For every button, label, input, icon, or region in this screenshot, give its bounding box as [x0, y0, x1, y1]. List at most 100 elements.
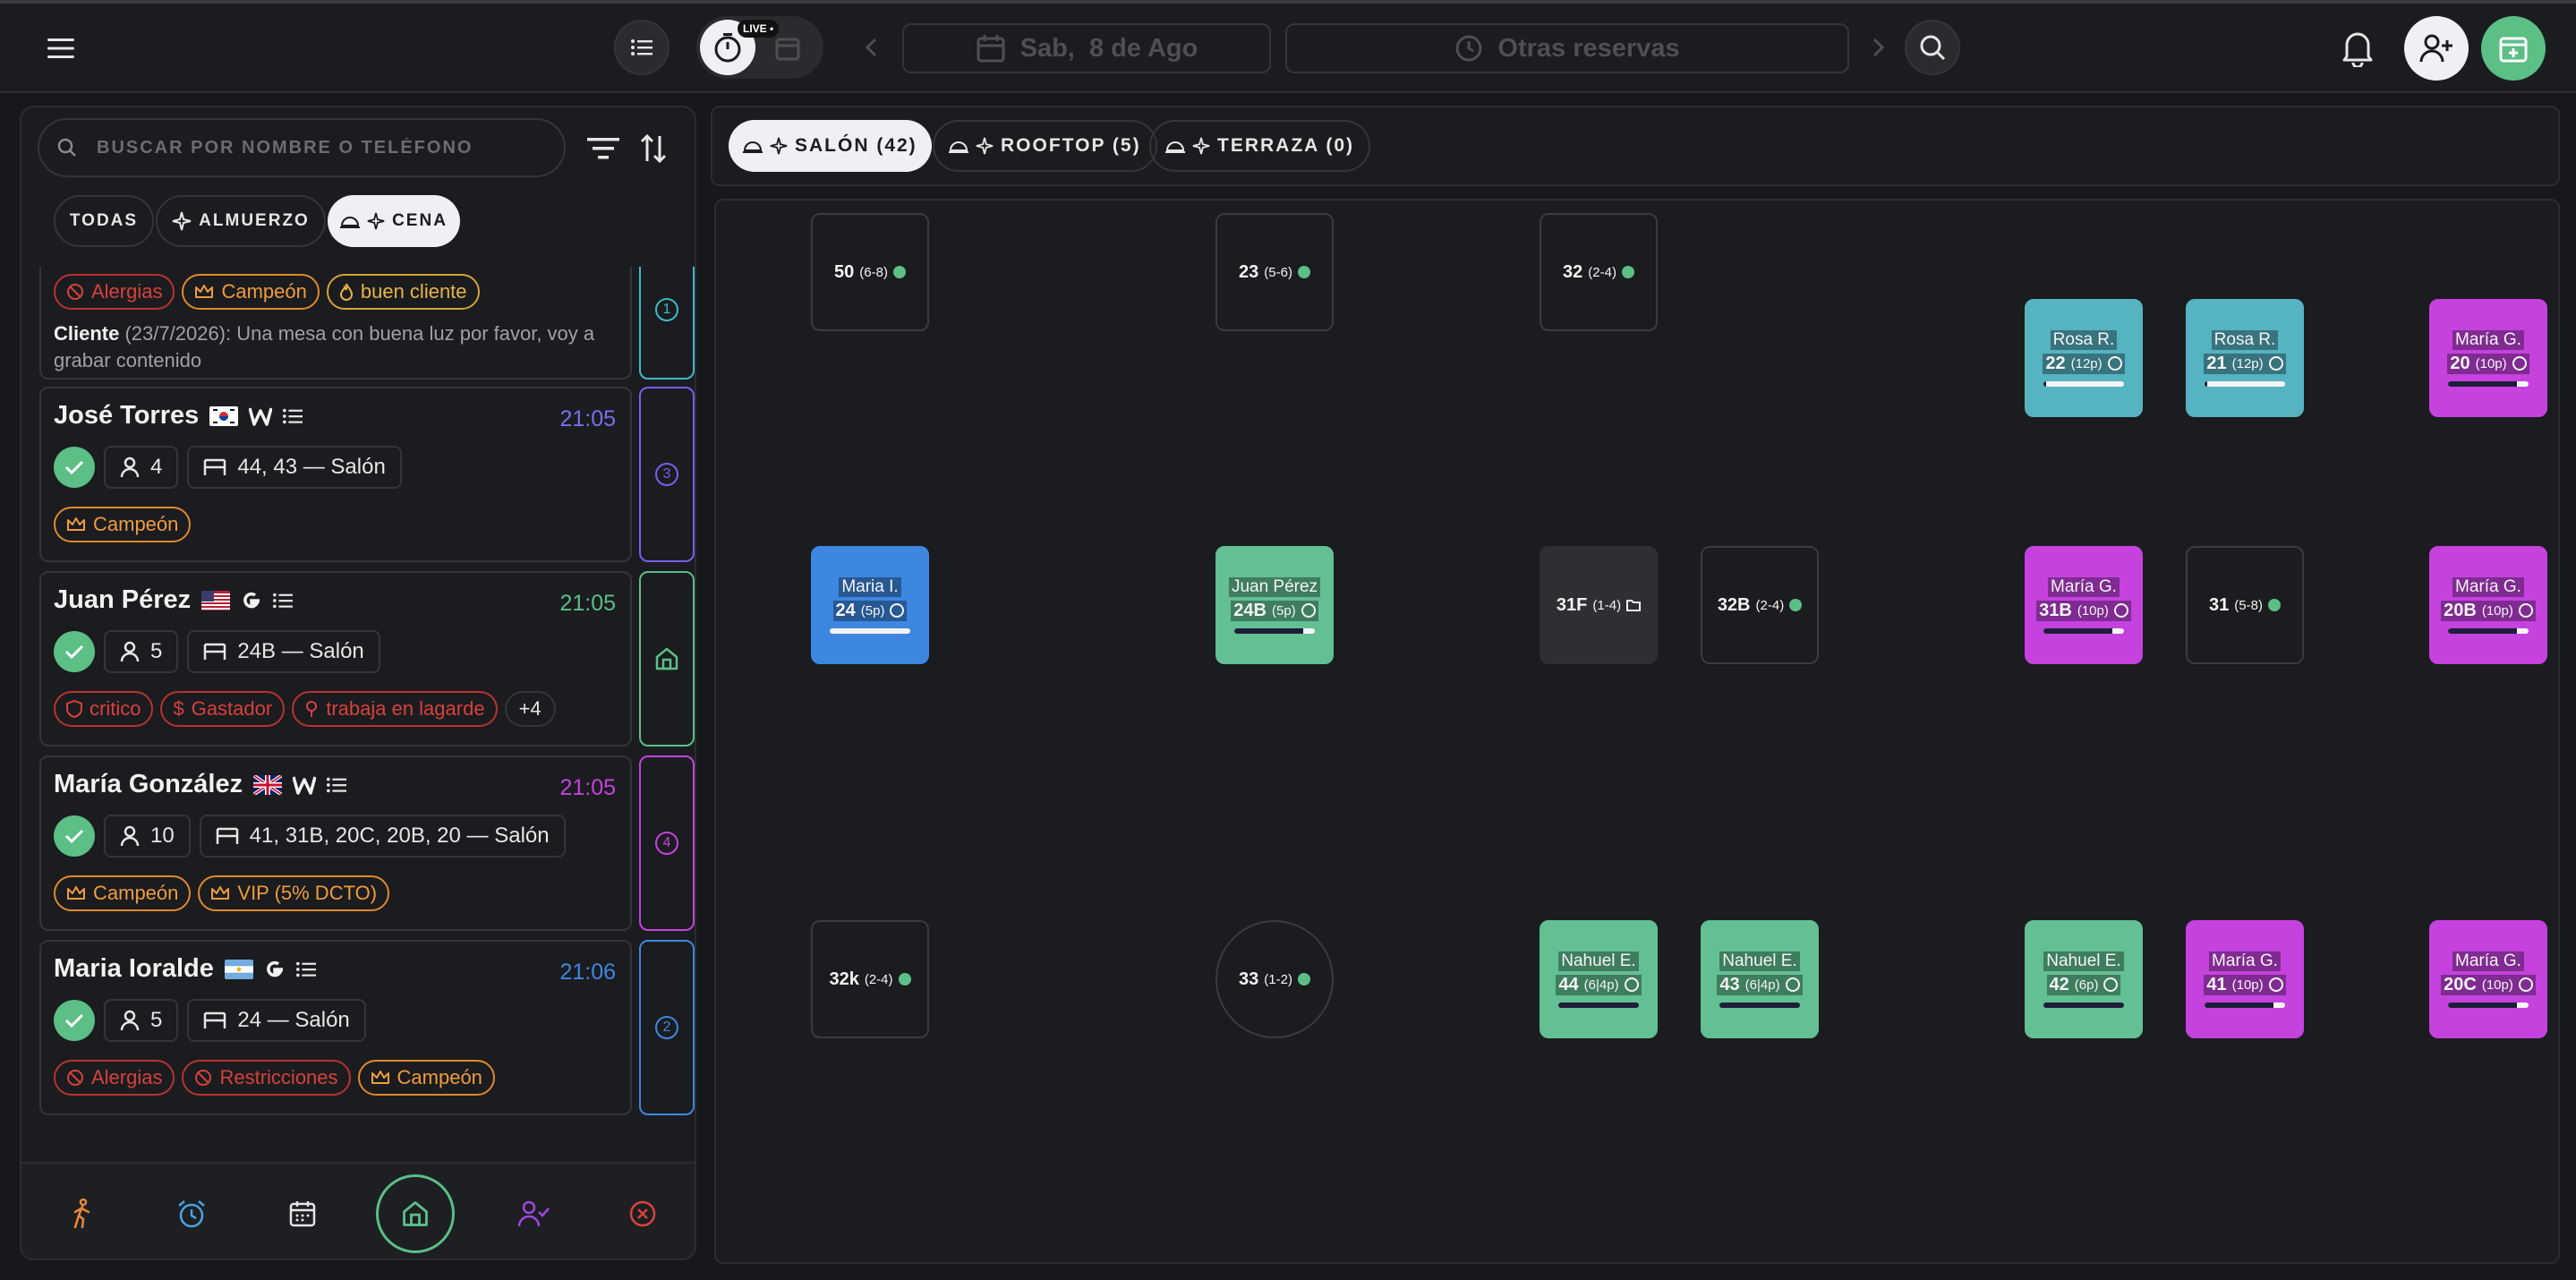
sort-button[interactable]: [634, 129, 673, 168]
status-icon: [2107, 356, 2122, 371]
crown-icon: [67, 886, 85, 900]
progress-bar: [2043, 627, 2124, 634]
list-view-button[interactable]: [614, 20, 670, 75]
home-icon: [403, 1201, 428, 1226]
confirmed-check-icon[interactable]: [54, 631, 95, 672]
status-icon: [2518, 603, 2533, 618]
sparkle-icon: [1192, 137, 1210, 155]
next-day-button[interactable]: [1865, 32, 1892, 63]
table-23[interactable]: 23 (5-6): [1215, 213, 1334, 331]
search-button[interactable]: [1905, 20, 1960, 75]
table-22[interactable]: Rosa R. 22 (12p): [2025, 299, 2143, 417]
filter-dinner-chip[interactable]: CENA: [328, 195, 460, 247]
table-32k[interactable]: 32k (2-4): [811, 920, 929, 1038]
reservation-card[interactable]: José Torres 21:05 4 44, 43 — Salón Campe…: [39, 387, 632, 562]
table-42[interactable]: Nahuel E. 42 (6p): [2025, 920, 2143, 1038]
waitlist-button[interactable]: [166, 1189, 217, 1239]
search-box[interactable]: [38, 118, 566, 177]
cancelled-tab-button[interactable]: [618, 1189, 668, 1239]
filter-button[interactable]: [584, 129, 623, 168]
user-check-icon: [517, 1200, 550, 1227]
reservation-indicator[interactable]: 1: [639, 267, 695, 380]
person-icon: [120, 825, 140, 847]
other-bookings-button[interactable]: Otras reservas: [1285, 23, 1849, 73]
reservation-card[interactable]: María González 21:05 10 41, 31B, 20C, 20…: [39, 755, 632, 931]
table-31[interactable]: 31 (5-8): [2186, 546, 2304, 664]
filter-dinner-label: CENA: [392, 211, 448, 230]
sparkle-icon: [367, 212, 385, 230]
progress-bar: [1234, 627, 1315, 634]
table-41[interactable]: María G. 41 (10p): [2186, 920, 2304, 1038]
floor-plan: 50 (6-8) 23 (5-6) 32 (2-4) Rosa R. 22 (12p) …: [714, 199, 2560, 1264]
filter-lunch-chip[interactable]: ALMUERZO: [156, 195, 326, 247]
table-31B[interactable]: María G. 31B (10p): [2025, 546, 2143, 664]
tag-row: Campeón VIP (5% DCTO): [54, 875, 390, 911]
tag-row: Campeón: [54, 507, 192, 542]
progress-bar: [2043, 1002, 2124, 1008]
table-32B[interactable]: 32B (2-4): [1701, 546, 1819, 664]
table-33[interactable]: 33 (1-2): [1215, 920, 1334, 1038]
source-w-icon: [293, 776, 317, 795]
confirmed-check-icon[interactable]: [54, 447, 95, 488]
guest-name-row: Maria Ioralde: [54, 954, 316, 984]
reservation-card[interactable]: Maria Ioralde 21:06 5 24 — Salón Alergia…: [39, 940, 632, 1115]
notes-list-icon: [283, 408, 303, 423]
table-assignment: 24B — Salón: [187, 630, 380, 673]
table-assignment: 44, 43 — Salón: [187, 446, 402, 489]
zone-tab-terraza[interactable]: TERRAZA (0): [1149, 120, 1371, 172]
zone-tab-salon[interactable]: SALÓN (42): [729, 120, 932, 172]
live-toggle[interactable]: LIVE •: [696, 16, 823, 79]
tag-work: trabaja en lagarde: [292, 691, 498, 727]
date-label: Sab, 8 de Ago: [1019, 33, 1198, 63]
date-picker[interactable]: Sab, 8 de Ago: [902, 23, 1271, 73]
table-20[interactable]: María G. 20 (10p): [2429, 299, 2547, 417]
walk-in-button[interactable]: [57, 1189, 107, 1239]
details-row: 5 24B — Salón: [54, 630, 380, 673]
reservation-indicator[interactable]: 4: [639, 755, 695, 931]
table-31F[interactable]: 31F (1-4): [1540, 546, 1658, 664]
confirmed-check-icon[interactable]: [54, 815, 95, 857]
reservation-card-partial[interactable]: Alergias Campeón buen cliente Cliente (2…: [39, 267, 632, 380]
table-24B[interactable]: Juan Pérez 24B (5p): [1215, 546, 1334, 664]
reservation-indicator[interactable]: 2: [639, 940, 695, 1115]
seated-tab-button[interactable]: [376, 1174, 455, 1253]
table-assignment: 24 — Salón: [187, 999, 366, 1042]
home-icon: [655, 647, 678, 670]
prev-day-button[interactable]: [857, 32, 884, 63]
search-icon: [1920, 35, 1946, 61]
cloche-icon: [743, 141, 763, 153]
filter-all-chip[interactable]: TODAS: [54, 195, 154, 247]
add-guest-button[interactable]: [2404, 16, 2469, 81]
progress-bar: [2448, 1002, 2529, 1008]
calendar-icon: [289, 1201, 316, 1227]
more-tags-badge[interactable]: +4: [504, 691, 556, 727]
reservation-indicator[interactable]: 3: [639, 387, 695, 562]
home-status-icon: [1301, 603, 1316, 618]
table-icon: [216, 827, 238, 844]
new-reservation-button[interactable]: [2481, 16, 2546, 81]
table-32[interactable]: 32 (2-4): [1540, 213, 1658, 331]
crown-icon: [211, 886, 230, 900]
menu-icon[interactable]: [41, 30, 81, 66]
reservation-card[interactable]: Juan Pérez 21:05 5 24B — Salón critico $…: [39, 571, 632, 747]
confirmed-check-icon[interactable]: [54, 1000, 95, 1041]
table-21[interactable]: Rosa R. 21 (12p): [2186, 299, 2304, 417]
table-44[interactable]: Nahuel E. 44 (6|4p): [1540, 920, 1658, 1038]
folder-icon: [1626, 600, 1642, 611]
note-author: Cliente: [54, 322, 120, 345]
table-20C[interactable]: María G. 20C (10p): [2429, 920, 2547, 1038]
search-input[interactable]: [97, 137, 526, 158]
person-icon: [120, 641, 140, 662]
notes-list-icon: [327, 777, 347, 792]
finished-tab-button[interactable]: [508, 1189, 559, 1239]
guest-count: 5: [104, 999, 179, 1042]
table-24[interactable]: Maria I. 24 (5p): [811, 546, 929, 664]
notifications-button[interactable]: [2338, 25, 2377, 70]
zone-tab-rooftop[interactable]: ROOFTOP (5): [933, 120, 1157, 172]
table-20B[interactable]: María G. 20B (10p): [2429, 546, 2547, 664]
table-50[interactable]: 50 (6-8): [811, 213, 929, 331]
tag-spender: $ Gastador: [160, 691, 286, 727]
reservations-tab-button[interactable]: [277, 1189, 328, 1239]
table-43[interactable]: Nahuel E. 43 (6|4p): [1701, 920, 1819, 1038]
reservation-indicator[interactable]: [639, 571, 695, 747]
